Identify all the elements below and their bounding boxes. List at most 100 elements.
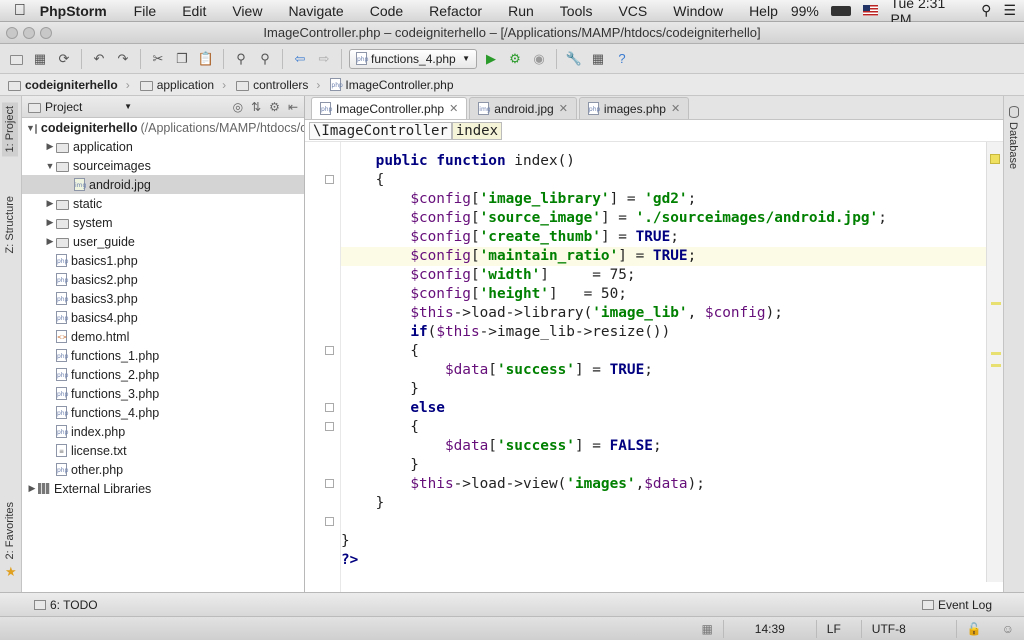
file-encoding[interactable]: UTF-8: [862, 622, 956, 636]
back-icon[interactable]: ⇦: [290, 49, 310, 69]
tree-item[interactable]: php functions_2.php: [22, 365, 304, 384]
run-configuration-select[interactable]: php functions_4.php ▼: [349, 48, 477, 69]
warning-marker[interactable]: [991, 302, 1001, 305]
settings-icon[interactable]: 🔧: [564, 49, 584, 69]
undo-icon[interactable]: ↶: [89, 49, 109, 69]
collapsed-arrow-icon[interactable]: ▶: [44, 198, 56, 209]
favorites-tool-tab[interactable]: 2: Favorites: [2, 498, 18, 563]
editor-breadcrumb-method[interactable]: index: [451, 121, 503, 140]
tab-imagecontroller[interactable]: php ImageController.php ✕: [311, 97, 468, 119]
tree-item[interactable]: php functions_1.php: [22, 346, 304, 365]
project-structure-icon[interactable]: ▦: [588, 49, 608, 69]
tree-item[interactable]: php other.php: [22, 460, 304, 479]
tree-item[interactable]: php basics1.php: [22, 251, 304, 270]
line-separator[interactable]: LF: [817, 622, 861, 636]
tree-item[interactable]: <> demo.html: [22, 327, 304, 346]
expanded-arrow-icon[interactable]: ▼: [44, 161, 56, 171]
tree-item[interactable]: php basics2.php: [22, 270, 304, 289]
menu-run[interactable]: Run: [495, 3, 547, 19]
zoom-window-button[interactable]: [40, 27, 52, 39]
run-icon[interactable]: ▶: [481, 49, 501, 69]
menu-refactor[interactable]: Refactor: [416, 3, 495, 19]
spotlight-search-icon[interactable]: ⚲: [981, 2, 991, 19]
project-tool-tab[interactable]: 1: Project: [2, 102, 18, 157]
project-view-select[interactable]: Project ▼: [28, 100, 132, 114]
database-icon[interactable]: [1009, 106, 1019, 118]
inspector-icon[interactable]: ☺: [992, 622, 1024, 636]
error-stripe[interactable]: [986, 142, 1003, 582]
structure-tool-tab[interactable]: Z: Structure: [2, 192, 18, 257]
editor-gutter[interactable]: [305, 142, 341, 592]
close-icon[interactable]: ✕: [671, 102, 680, 115]
warning-marker[interactable]: [991, 352, 1001, 355]
collapsed-arrow-icon[interactable]: ▶: [44, 236, 56, 247]
menu-edit[interactable]: Edit: [169, 3, 219, 19]
tree-root[interactable]: ▼ codeigniterhello (/Applications/MAMP/h…: [22, 118, 304, 137]
tab-android-jpg[interactable]: img android.jpg ✕: [469, 97, 577, 119]
fold-icon[interactable]: [325, 175, 334, 184]
fold-icon[interactable]: [325, 479, 334, 488]
tree-item[interactable]: php functions_4.php: [22, 403, 304, 422]
replace-icon[interactable]: ⚲: [255, 49, 275, 69]
tab-images-php[interactable]: php images.php ✕: [578, 97, 690, 119]
forward-icon[interactable]: ⇨: [314, 49, 334, 69]
fold-icon[interactable]: [325, 403, 334, 412]
tree-item[interactable]: ▶ system: [22, 213, 304, 232]
close-icon[interactable]: ✕: [449, 102, 458, 115]
tree-item[interactable]: img android.jpg: [22, 175, 304, 194]
collapsed-arrow-icon[interactable]: ▶: [26, 483, 38, 494]
code-editor[interactable]: public function index() { $config['image…: [341, 142, 986, 582]
synchronize-icon[interactable]: ⟳: [54, 49, 74, 69]
menu-vcs[interactable]: VCS: [605, 3, 660, 19]
gear-icon[interactable]: ⚙: [269, 100, 280, 114]
menu-navigate[interactable]: Navigate: [275, 3, 356, 19]
expanded-arrow-icon[interactable]: ▼: [26, 123, 35, 133]
menu-file[interactable]: File: [121, 3, 170, 19]
todo-tool-button[interactable]: 6: TODO: [0, 598, 108, 612]
help-icon[interactable]: ?: [612, 49, 632, 69]
tree-item[interactable]: ▶ application: [22, 137, 304, 156]
breadcrumb-file[interactable]: php ImageController.php: [330, 78, 463, 92]
menu-window[interactable]: Window: [660, 3, 736, 19]
tree-external-libraries[interactable]: ▶ External Libraries: [22, 479, 304, 498]
breadcrumb-controllers[interactable]: controllers ›: [236, 78, 330, 92]
app-menu[interactable]: PhpStorm: [40, 3, 121, 19]
run-with-coverage-icon[interactable]: ◉: [529, 49, 549, 69]
tree-item[interactable]: ▶ static: [22, 194, 304, 213]
debug-icon[interactable]: ⚙: [505, 49, 525, 69]
tree-item[interactable]: php basics4.php: [22, 308, 304, 327]
flag-icon[interactable]: [862, 5, 879, 16]
collapse-all-icon[interactable]: ⇅: [251, 100, 261, 114]
event-log-button[interactable]: Event Log: [912, 598, 1024, 612]
star-icon[interactable]: ★: [5, 564, 17, 580]
lock-icon[interactable]: 🔓: [957, 622, 992, 636]
battery-icon[interactable]: [830, 5, 851, 16]
fold-icon[interactable]: [325, 517, 334, 526]
copy-icon[interactable]: ❐: [172, 49, 192, 69]
fold-icon[interactable]: [325, 346, 334, 355]
database-tool-tab[interactable]: Database: [1007, 122, 1019, 169]
tree-item[interactable]: php functions_3.php: [22, 384, 304, 403]
fold-icon[interactable]: [325, 422, 334, 431]
tree-item[interactable]: ▼ sourceimages: [22, 156, 304, 175]
apple-icon[interactable]: : [0, 2, 40, 20]
save-all-icon[interactable]: ▦: [30, 49, 50, 69]
menu-help[interactable]: Help: [736, 3, 791, 19]
tree-item[interactable]: php index.php: [22, 422, 304, 441]
caret-position[interactable]: 14:39: [724, 622, 816, 636]
editor-breadcrumb-class[interactable]: \ImageController: [309, 121, 452, 140]
redo-icon[interactable]: ↷: [113, 49, 133, 69]
menu-tools[interactable]: Tools: [547, 3, 606, 19]
close-icon[interactable]: ✕: [559, 102, 568, 115]
inspection-status-icon[interactable]: [990, 154, 1000, 164]
scroll-from-source-icon[interactable]: ◎: [233, 100, 243, 114]
paste-icon[interactable]: 📋: [196, 49, 216, 69]
tree-item[interactable]: ▶ user_guide: [22, 232, 304, 251]
menu-code[interactable]: Code: [357, 3, 416, 19]
tree-item[interactable]: php basics3.php: [22, 289, 304, 308]
minimize-window-button[interactable]: [23, 27, 35, 39]
menu-view[interactable]: View: [219, 3, 275, 19]
close-window-button[interactable]: [6, 27, 18, 39]
collapsed-arrow-icon[interactable]: ▶: [44, 141, 56, 152]
tool-windows-icon[interactable]: ▦: [691, 622, 722, 636]
